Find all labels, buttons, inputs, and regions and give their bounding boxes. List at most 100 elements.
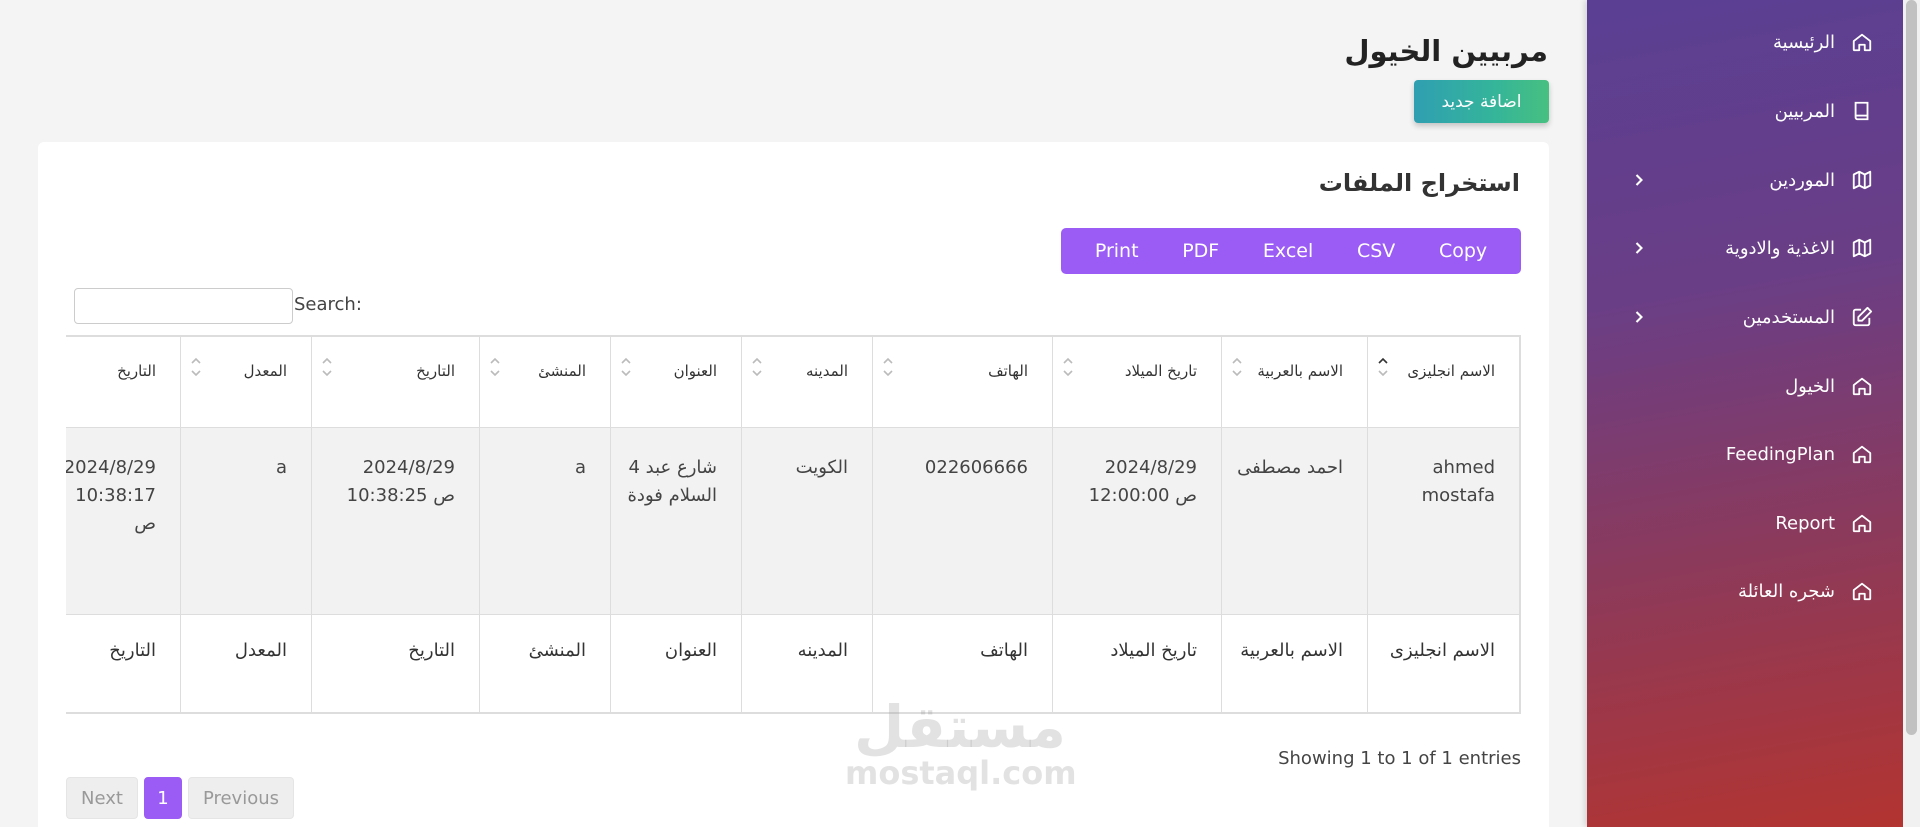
chevron-right-icon[interactable] (1629, 307, 1649, 327)
sidebar-item-label: المستخدمين (1742, 306, 1835, 328)
export-button-group: Copy CSV Excel PDF Print (1061, 228, 1521, 274)
column-footer: الاسم انجليزى (1368, 614, 1519, 714)
sidebar-item-feeding-plan[interactable]: FeedingPlan (1607, 434, 1875, 474)
csv-button[interactable]: CSV (1349, 240, 1403, 262)
sidebar-item-label: FeedingPlan (1725, 443, 1835, 465)
search-input[interactable] (74, 288, 293, 324)
export-card: استخراج الملفات Copy CSV Excel PDF Print… (38, 142, 1549, 827)
home-icon (1849, 578, 1875, 604)
sort-icon[interactable] (750, 355, 764, 379)
table-cell: الكويت (742, 428, 872, 614)
sort-icon[interactable] (619, 355, 633, 379)
column-header[interactable]: الاسم انجليزى (1368, 335, 1519, 428)
page-1-button[interactable]: 1 (143, 777, 182, 819)
column-header[interactable]: تاريخ الميلاد (1053, 335, 1221, 428)
sidebar-item-label: الاغذية والادوية (1725, 237, 1835, 259)
column-footer: المنشئ (480, 614, 610, 714)
sort-icon[interactable] (881, 355, 895, 379)
table-body: الاسم انجليزى ahmed mostafa الاسم انجليزى ا… (66, 335, 1519, 714)
sidebar-item-label: شجره العائلة (1737, 580, 1835, 602)
chevron-right-icon[interactable] (1629, 170, 1649, 190)
home-icon (1849, 373, 1875, 399)
table-cell: احمد مصطفى (1222, 428, 1367, 614)
map-icon (1849, 167, 1875, 193)
table-cell: 2024/8/29 10:38:25 ص (312, 428, 479, 614)
entries-info: Showing 1 to 1 of 1 entries (1278, 748, 1521, 769)
sidebar-item-suppliers[interactable]: الموردين (1607, 160, 1875, 200)
sort-icon[interactable] (1230, 355, 1244, 379)
column-header[interactable]: المنشئ (480, 335, 610, 428)
table-column: المنشئ a المنشئ (479, 335, 610, 714)
home-icon (1849, 510, 1875, 536)
previous-page-button[interactable]: Previous (187, 777, 295, 819)
sort-icon[interactable] (1376, 355, 1390, 379)
sidebar-item-family-tree[interactable]: شجره العائلة (1607, 571, 1875, 611)
column-header[interactable]: المعدل (181, 335, 311, 428)
page-title: مربيين الخيول (1344, 34, 1548, 68)
table-cell: 4 شارع عبد السلام فودة (611, 428, 741, 614)
table-cell: 2024/8/29 10:38:17 ص (66, 428, 180, 614)
sidebar-item-horses[interactable]: الخيول (1607, 366, 1875, 406)
column-header[interactable]: المدينه (742, 335, 872, 428)
page-scrollbar-thumb[interactable] (1906, 0, 1917, 735)
column-header[interactable]: العنوان (611, 335, 741, 428)
column-header[interactable]: التاريخ (66, 335, 180, 428)
column-header[interactable]: التاريخ (312, 335, 479, 428)
table-cell: ahmed mostafa (1368, 428, 1519, 614)
data-table: الاسم انجليزى ahmed mostafa الاسم انجليزى ا… (66, 335, 1521, 714)
table-column: الاسم بالعربية احمد مصطفى الاسم بالعربية (1221, 335, 1367, 714)
sort-icon[interactable] (320, 355, 334, 379)
book-icon (1849, 98, 1875, 124)
edit-icon (1849, 304, 1875, 330)
pdf-button[interactable]: PDF (1174, 240, 1227, 262)
search-label: Search: (294, 294, 362, 315)
column-footer: التاريخ (66, 614, 180, 714)
column-footer: المعدل (181, 614, 311, 714)
map-icon (1849, 235, 1875, 261)
sort-icon[interactable] (1061, 355, 1075, 379)
sidebar-item-label: المربيين (1774, 100, 1835, 122)
watermark-arabic: مستقل (853, 693, 1067, 761)
column-footer: العنوان (611, 614, 741, 714)
column-footer: الاسم بالعربية (1222, 614, 1367, 714)
sidebar-item-report[interactable]: Report (1607, 503, 1875, 543)
table-column: المعدل a المعدل (180, 335, 311, 714)
sidebar-item-label: Report (1775, 512, 1835, 534)
excel-button[interactable]: Excel (1255, 240, 1321, 262)
table-cell: 022606666 (873, 428, 1052, 614)
sidebar-item-label: الموردين (1769, 169, 1835, 191)
sort-icon[interactable] (189, 355, 203, 379)
table-column: الهاتف 022606666 الهاتف (872, 335, 1052, 714)
table-column: التاريخ 2024/8/29 10:38:17 ص التاريخ (66, 335, 180, 714)
copy-button[interactable]: Copy (1431, 240, 1495, 262)
sidebar-item-home[interactable]: الرئيسية (1607, 22, 1875, 62)
column-header[interactable]: الهاتف (873, 335, 1052, 428)
watermark-logo: مستقل mostaql.com (845, 693, 1077, 792)
home-icon (1849, 441, 1875, 467)
sidebar-item-food-medicine[interactable]: الاغذية والادوية (1607, 228, 1875, 268)
card-title: استخراج الملفات (1318, 169, 1520, 197)
table-column: تاريخ الميلاد 2024/8/29 12:00:00 ص تاريخ ا… (1052, 335, 1221, 714)
table-column: الاسم انجليزى ahmed mostafa الاسم انجليزى (1367, 335, 1519, 714)
add-new-button[interactable]: اضافة جديد (1414, 80, 1549, 123)
sort-icon[interactable] (488, 355, 502, 379)
sidebar-item-label: الرئيسية (1773, 31, 1835, 53)
table-cell: a (480, 428, 610, 614)
home-icon (1849, 29, 1875, 55)
sidebar: الرئيسية المربيين الموردين الاغذية والاد… (1587, 0, 1903, 827)
sidebar-item-breeders[interactable]: المربيين (1607, 91, 1875, 131)
watermark-latin: mostaql.com (845, 754, 1077, 792)
column-header[interactable]: الاسم بالعربية (1222, 335, 1367, 428)
column-footer: تاريخ الميلاد (1053, 614, 1221, 714)
chevron-right-icon[interactable] (1629, 238, 1649, 258)
sidebar-item-users[interactable]: المستخدمين (1607, 297, 1875, 337)
next-page-button[interactable]: Next (66, 777, 138, 819)
table-column: التاريخ 2024/8/29 10:38:25 ص التاريخ (311, 335, 479, 714)
sidebar-item-label: الخيول (1785, 375, 1835, 397)
column-footer: التاريخ (312, 614, 479, 714)
table-column: المدينه الكويت المدينه (741, 335, 872, 714)
table-cell: a (181, 428, 311, 614)
print-button[interactable]: Print (1087, 240, 1147, 262)
table-cell: 2024/8/29 12:00:00 ص (1053, 428, 1221, 614)
pagination: Next 1 Previous (66, 777, 300, 819)
